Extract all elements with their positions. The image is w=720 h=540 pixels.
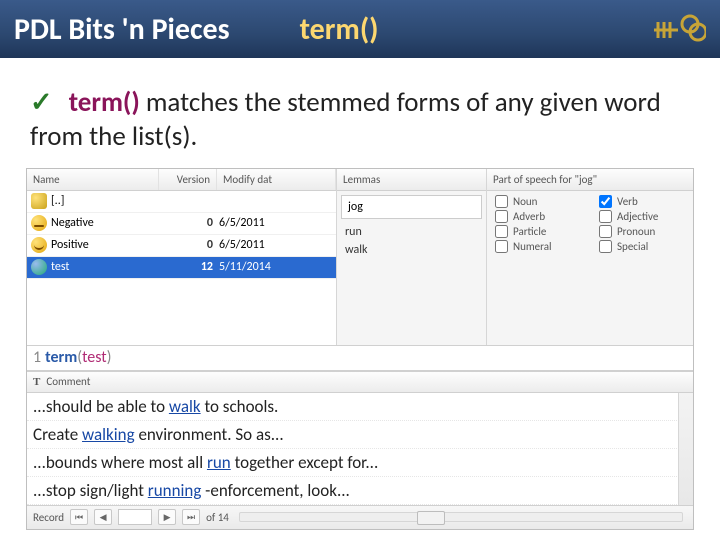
pos-checkbox[interactable]: Adjective (599, 210, 685, 223)
result-highlight: walk (169, 396, 201, 417)
row-modify: 6/5/2011 (219, 238, 332, 252)
results-list: ...should be able to walk to schools.Cre… (27, 393, 693, 505)
row-version: 0 (161, 216, 219, 230)
pos-checkbox[interactable]: Adverb (495, 210, 581, 223)
scrollbar-thumb[interactable] (417, 511, 445, 525)
record-position-input[interactable] (118, 509, 152, 525)
pos-checkbox[interactable]: Pronoun (599, 225, 685, 238)
pos-header: Part of speech for "jog" (487, 169, 693, 191)
row-version: 12 (161, 260, 219, 274)
row-name: test (51, 260, 161, 274)
checkbox-label: Verb (617, 195, 638, 208)
header-title: PDL Bits 'n Pieces (14, 11, 230, 48)
key-logo-icon (650, 8, 706, 52)
result-pre: Create (33, 424, 82, 445)
table-row[interactable]: [..] (27, 191, 336, 213)
lemma-item[interactable]: walk (337, 241, 486, 259)
row-version: 0 (161, 238, 219, 252)
comment-column-header[interactable]: T Comment (27, 371, 693, 393)
checkmark-icon: ✓ (30, 86, 53, 119)
result-post: environment. So as... (135, 424, 284, 445)
grid-header: Name Version Modify dat (27, 169, 336, 191)
slide-header: PDL Bits 'n Pieces term() (0, 0, 720, 58)
table-row[interactable]: Negative06/5/2011 (27, 213, 336, 235)
checkbox-input[interactable] (495, 225, 508, 238)
row-name: [..] (51, 194, 161, 208)
row-modify: 5/11/2014 (219, 260, 332, 274)
checkbox-label: Adjective (617, 210, 658, 223)
result-pre: ...stop sign/light (33, 480, 148, 501)
paren-close: ) (107, 348, 112, 367)
horizontal-scrollbar[interactable] (239, 512, 683, 522)
pos-icon (31, 237, 47, 253)
record-navigator: Record ⏮ ◀ ▶ ⏭ of 14 (27, 505, 693, 529)
row-modify: 6/5/2011 (219, 216, 332, 230)
folder-icon (31, 193, 47, 209)
pos-checkbox[interactable]: Particle (495, 225, 581, 238)
record-label: Record (33, 511, 64, 524)
row-name: Positive (51, 238, 161, 252)
checkbox-input[interactable] (599, 195, 612, 208)
row-name: Negative (51, 216, 161, 230)
record-total: of 14 (206, 511, 229, 524)
query-arg: test (82, 348, 107, 367)
pos-checkbox[interactable]: Numeral (495, 240, 581, 253)
checkbox-input[interactable] (599, 210, 612, 223)
result-row[interactable]: ...stop sign/light running -enforcement,… (27, 477, 693, 505)
bullet-text: ✓ term() matches the stemmed forms of an… (30, 86, 690, 154)
checkbox-label: Particle (513, 225, 546, 238)
result-post: to schools. (201, 396, 279, 417)
query-count: 1 (33, 348, 41, 367)
list-panel: Name Version Modify dat [..] Negative06/5… (27, 169, 337, 345)
result-row[interactable]: Create walking environment. So as... (27, 421, 693, 449)
lemmas-header: Lemmas (337, 169, 486, 191)
col-version[interactable]: Version (159, 169, 217, 190)
checkbox-input[interactable] (599, 225, 612, 238)
lemmas-panel: Lemmas jog run walk (337, 169, 487, 345)
nav-prev-button[interactable]: ◀ (94, 509, 112, 525)
result-post: together except for... (231, 452, 379, 473)
nav-next-button[interactable]: ▶ (158, 509, 176, 525)
checkbox-input[interactable] (599, 240, 612, 253)
result-row[interactable]: ...bounds where most all run together ex… (27, 449, 693, 477)
col-modify[interactable]: Modify dat (217, 169, 336, 190)
pos-checkbox[interactable]: Special (599, 240, 685, 253)
result-highlight: run (207, 452, 231, 473)
pos-checkbox[interactable]: Verb (599, 195, 685, 208)
result-pre: ...should be able to (33, 396, 169, 417)
query-bar: 1 term(test) (27, 345, 693, 371)
checkbox-label: Pronoun (617, 225, 655, 238)
result-pre: ...bounds where most all (33, 452, 207, 473)
table-row[interactable]: Positive06/5/2011 (27, 235, 336, 257)
header-subtitle: term() (300, 11, 379, 48)
comment-header-label: Comment (46, 375, 90, 388)
pos-checkbox[interactable]: Noun (495, 195, 581, 208)
result-row[interactable]: ...should be able to walk to schools. (27, 393, 693, 421)
nav-last-button[interactable]: ⏭ (182, 509, 200, 525)
lemma-item[interactable]: run (337, 223, 486, 241)
result-highlight: walking (82, 424, 135, 445)
neg-icon (31, 215, 47, 231)
checkbox-label: Noun (513, 195, 537, 208)
checkbox-label: Numeral (513, 240, 552, 253)
result-post: -enforcement, look... (201, 480, 349, 501)
result-highlight: running (148, 480, 202, 501)
checkbox-input[interactable] (495, 240, 508, 253)
col-name[interactable]: Name (27, 169, 159, 190)
function-name: term() (69, 86, 140, 119)
test-icon (31, 259, 47, 275)
checkbox-label: Special (617, 240, 648, 253)
query-keyword: term (45, 348, 77, 367)
nav-first-button[interactable]: ⏮ (70, 509, 88, 525)
checkbox-input[interactable] (495, 210, 508, 223)
table-row[interactable]: test125/11/2014 (27, 257, 336, 279)
text-type-icon: T (33, 376, 40, 388)
lemma-input[interactable]: jog (341, 195, 482, 219)
pos-panel: Part of speech for "jog" Noun Verb Adverb A… (487, 169, 693, 345)
checkbox-input[interactable] (495, 195, 508, 208)
checkbox-label: Adverb (513, 210, 545, 223)
app-screenshot: Name Version Modify dat [..] Negative06/5… (26, 168, 694, 530)
